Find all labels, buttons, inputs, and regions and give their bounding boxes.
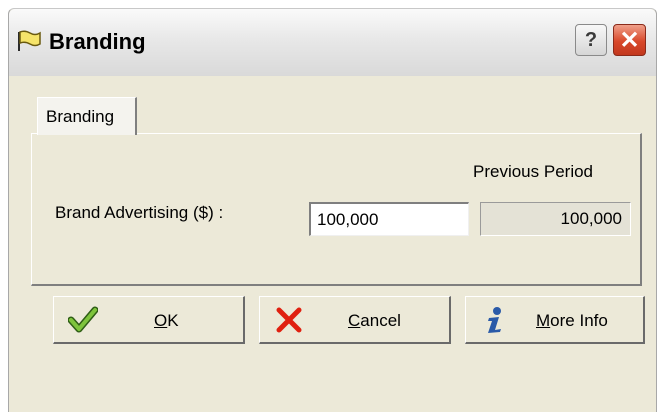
folder-flag-icon (18, 30, 41, 51)
window-title: Branding (49, 29, 146, 54)
cancel-label: Cancel (348, 311, 401, 330)
title-bar[interactable]: Branding ? ✕ (9, 9, 656, 76)
cancel-button[interactable]: Cancel (259, 296, 451, 344)
branding-dialog: Branding ? ✕ Branding Previous Period Br… (8, 8, 657, 412)
ok-button[interactable]: OK (53, 296, 245, 344)
tab-branding[interactable]: Branding (37, 97, 137, 135)
close-button[interactable]: ✕ (613, 24, 646, 56)
more-info-button[interactable]: More Info (465, 296, 645, 344)
x-icon (276, 307, 302, 333)
more-info-label: More Info (536, 311, 608, 330)
previous-period-value: 100,000 (480, 202, 631, 236)
ok-label: OK (154, 311, 179, 330)
help-button[interactable]: ? (575, 24, 607, 56)
previous-period-label: Previous Period (473, 162, 594, 181)
check-icon (68, 306, 98, 333)
info-icon (488, 307, 501, 333)
brand-advertising-label: Brand Advertising ($) : (55, 203, 224, 222)
brand-advertising-input[interactable] (309, 202, 469, 236)
